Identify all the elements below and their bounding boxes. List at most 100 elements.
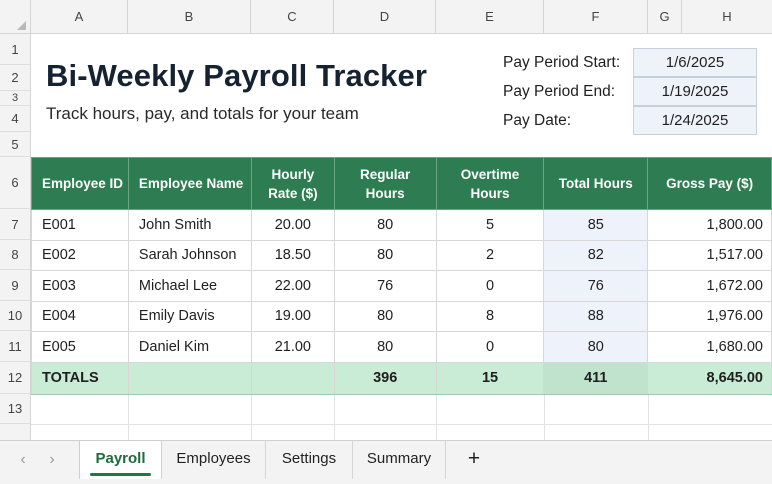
gridline <box>251 394 252 440</box>
header-total-hours[interactable]: Total Hours <box>543 157 649 210</box>
column-header-c[interactable]: C <box>251 0 334 34</box>
next-sheet-icon[interactable]: › <box>44 451 60 469</box>
column-header-g[interactable]: G <box>648 0 682 34</box>
column-header-e[interactable]: E <box>436 0 544 34</box>
tab-summary[interactable]: Summary <box>353 441 446 479</box>
row-header-11[interactable]: 11 <box>0 331 31 362</box>
cell-regular-hours[interactable]: 80 <box>333 209 437 241</box>
totals-total-hours[interactable]: 411 <box>543 361 649 395</box>
tab-employees[interactable]: Employees <box>162 441 266 479</box>
cell-gross-pay[interactable]: 1,976.00 <box>647 300 772 332</box>
cell-gross-pay[interactable]: 1,672.00 <box>647 270 772 302</box>
row-header-2[interactable]: 2 <box>0 65 31 91</box>
header-employee-id[interactable]: Employee ID <box>31 157 129 210</box>
cell-regular-hours[interactable]: 80 <box>333 331 437 363</box>
pay-period-end-cell[interactable]: 1/19/2025 <box>633 77 757 106</box>
select-all-corner[interactable] <box>0 0 31 34</box>
row-header-9[interactable]: 9 <box>0 270 31 301</box>
cell-overtime-hours[interactable]: 8 <box>435 300 545 332</box>
row-header-6[interactable]: 6 <box>0 157 31 209</box>
cell-total-hours[interactable]: 76 <box>543 270 649 302</box>
tab-settings[interactable]: Settings <box>266 441 353 479</box>
table-row: E004 Emily Davis 19.00 80 8 88 1,976.00 <box>31 300 772 332</box>
cell-employee-id[interactable]: E005 <box>31 331 129 363</box>
cell-employee-id[interactable]: E002 <box>31 239 129 271</box>
column-header-a[interactable]: A <box>31 0 128 34</box>
select-all-icon <box>17 21 26 30</box>
gridline <box>436 394 437 440</box>
previous-sheet-icon[interactable]: ‹ <box>15 451 31 469</box>
cell-regular-hours[interactable]: 76 <box>333 270 437 302</box>
column-header-bar: A B C D E F G H <box>0 0 772 34</box>
table-row: E002 Sarah Johnson 18.50 80 2 82 1,517.0… <box>31 239 772 271</box>
column-header-d[interactable]: D <box>334 0 436 34</box>
row-header-14[interactable] <box>0 424 31 440</box>
totals-label[interactable]: TOTALS <box>31 361 129 395</box>
cell-hourly-rate[interactable]: 20.00 <box>250 209 335 241</box>
row-header-10[interactable]: 10 <box>0 301 31 331</box>
cell-employee-id[interactable]: E001 <box>31 209 129 241</box>
column-header-b[interactable]: B <box>128 0 251 34</box>
cell-total-hours[interactable]: 85 <box>543 209 649 241</box>
cell-hourly-rate[interactable]: 19.00 <box>250 300 335 332</box>
sheet-title[interactable]: Bi-Weekly Payroll Tracker <box>46 58 427 94</box>
cell-employee-name[interactable]: Emily Davis <box>127 300 252 332</box>
row-header-3[interactable]: 3 <box>0 91 31 106</box>
cell-employee-name[interactable]: Sarah Johnson <box>127 239 252 271</box>
table-row: E005 Daniel Kim 21.00 80 0 80 1,680.00 <box>31 331 772 363</box>
active-tab-indicator <box>90 473 151 476</box>
tab-payroll[interactable]: Payroll <box>79 441 162 479</box>
cell-total-hours[interactable]: 80 <box>543 331 649 363</box>
cell-employee-id[interactable]: E004 <box>31 300 129 332</box>
header-hourly-rate[interactable]: Hourly Rate ($) <box>250 157 335 210</box>
header-overtime-hours[interactable]: Overtime Hours <box>435 157 545 210</box>
column-header-f[interactable]: F <box>544 0 648 34</box>
gridline <box>128 394 129 440</box>
cell-hourly-rate[interactable]: 21.00 <box>250 331 335 363</box>
sheet-tab-bar: ‹ › Payroll Employees Settings Summary + <box>0 440 772 484</box>
row-header-4[interactable]: 4 <box>0 106 31 132</box>
cell-total-hours[interactable]: 88 <box>543 300 649 332</box>
totals-empty-cell[interactable] <box>250 361 335 395</box>
pay-period-start-label: Pay Period Start: <box>503 54 621 71</box>
cell-total-hours[interactable]: 82 <box>543 239 649 271</box>
table-row: E001 John Smith 20.00 80 5 85 1,800.00 <box>31 209 772 241</box>
cell-hourly-rate[interactable]: 18.50 <box>250 239 335 271</box>
totals-gross-pay[interactable]: 8,645.00 <box>647 361 772 395</box>
cell-employee-name[interactable]: John Smith <box>127 209 252 241</box>
row-header-7[interactable]: 7 <box>0 209 31 240</box>
sheet-subtitle[interactable]: Track hours, pay, and totals for your te… <box>46 104 359 124</box>
header-gross-pay[interactable]: Gross Pay ($) <box>647 157 772 210</box>
cell-gross-pay[interactable]: 1,680.00 <box>647 331 772 363</box>
totals-empty-cell[interactable] <box>127 361 252 395</box>
payroll-table: Employee ID Employee Name Hourly Rate ($… <box>31 157 772 395</box>
gridline <box>544 394 545 440</box>
row-header-5[interactable]: 5 <box>0 132 31 157</box>
pay-period-start-cell[interactable]: 1/6/2025 <box>633 48 757 77</box>
row-header-1[interactable]: 1 <box>0 34 31 65</box>
cell-overtime-hours[interactable]: 5 <box>435 209 545 241</box>
cell-overtime-hours[interactable]: 2 <box>435 239 545 271</box>
add-sheet-icon[interactable]: + <box>454 441 494 479</box>
cell-gross-pay[interactable]: 1,800.00 <box>647 209 772 241</box>
cell-employee-id[interactable]: E003 <box>31 270 129 302</box>
spreadsheet-grid[interactable]: A B C D E F G H 1 2 3 4 5 6 7 8 9 10 11 … <box>0 0 772 440</box>
row-header-13[interactable]: 13 <box>0 394 31 424</box>
cell-employee-name[interactable]: Daniel Kim <box>127 331 252 363</box>
cell-employee-name[interactable]: Michael Lee <box>127 270 252 302</box>
totals-overtime-hours[interactable]: 15 <box>435 361 545 395</box>
totals-regular-hours[interactable]: 396 <box>333 361 437 395</box>
header-employee-name[interactable]: Employee Name <box>127 157 252 210</box>
cell-regular-hours[interactable]: 80 <box>333 239 437 271</box>
cell-overtime-hours[interactable]: 0 <box>435 331 545 363</box>
row-header-12[interactable]: 12 <box>0 362 31 394</box>
cell-regular-hours[interactable]: 80 <box>333 300 437 332</box>
gridline <box>334 394 335 440</box>
header-regular-hours[interactable]: Regular Hours <box>333 157 437 210</box>
column-header-h[interactable]: H <box>682 0 772 34</box>
cell-hourly-rate[interactable]: 22.00 <box>250 270 335 302</box>
row-header-8[interactable]: 8 <box>0 240 31 270</box>
pay-date-cell[interactable]: 1/24/2025 <box>633 106 757 135</box>
cell-overtime-hours[interactable]: 0 <box>435 270 545 302</box>
cell-gross-pay[interactable]: 1,517.00 <box>647 239 772 271</box>
